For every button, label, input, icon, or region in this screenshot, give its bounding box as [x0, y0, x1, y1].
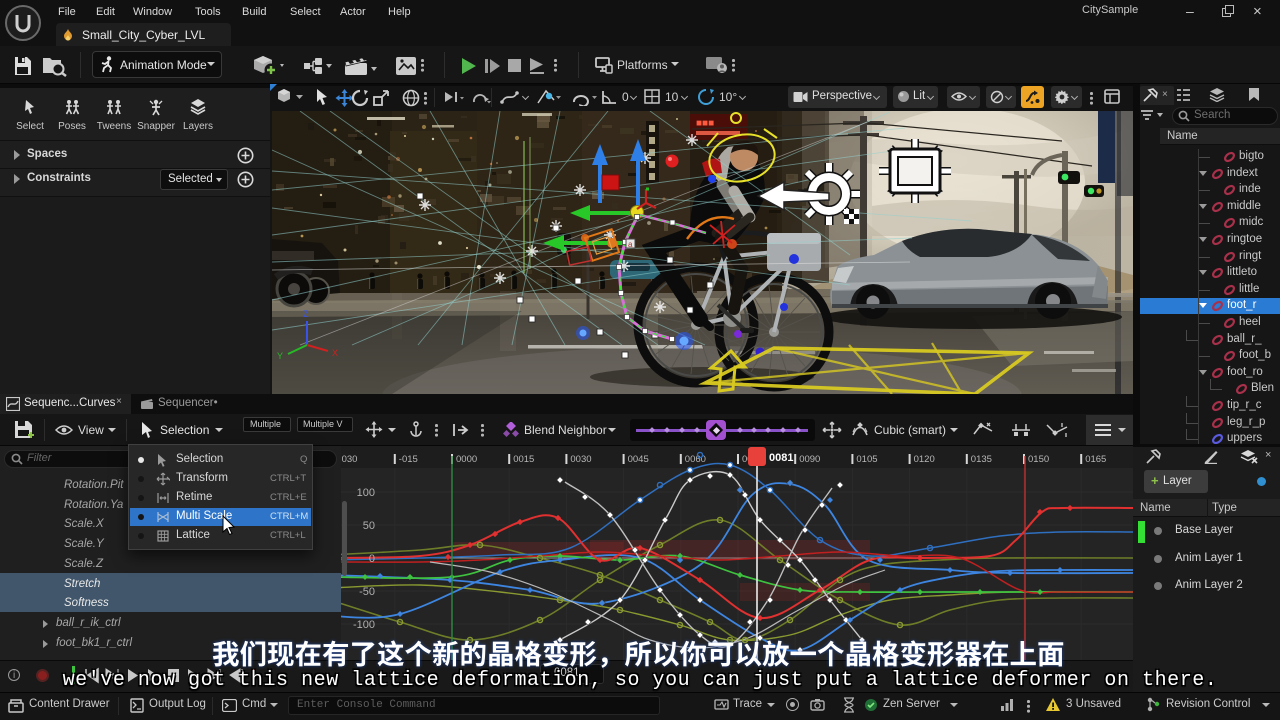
svg-text:0045: 0045: [628, 454, 649, 465]
svg-text:030: 030: [342, 454, 358, 465]
svg-text:0150: 0150: [1028, 454, 1049, 465]
svg-text:0081: 0081: [769, 452, 793, 464]
svg-text:0135: 0135: [971, 454, 992, 465]
svg-text:-100: -100: [353, 619, 375, 631]
svg-text:a: a: [628, 240, 633, 249]
svg-text:X: X: [332, 348, 338, 358]
svg-text:0000: 0000: [456, 454, 477, 465]
svg-text:-50: -50: [359, 586, 375, 598]
svg-text:0: 0: [369, 553, 375, 565]
svg-text:Y: Y: [277, 351, 283, 361]
svg-text:0165: 0165: [1085, 454, 1106, 465]
svg-text:50: 50: [363, 520, 375, 532]
svg-text:0090: 0090: [799, 454, 820, 465]
svg-text:-015: -015: [399, 454, 418, 465]
svg-text:0105: 0105: [856, 454, 877, 465]
svg-text:0030: 0030: [570, 454, 591, 465]
svg-text:0015: 0015: [513, 454, 534, 465]
svg-text:Z: Z: [303, 309, 309, 319]
svg-text:0120: 0120: [914, 454, 935, 465]
svg-text:100: 100: [357, 487, 375, 499]
